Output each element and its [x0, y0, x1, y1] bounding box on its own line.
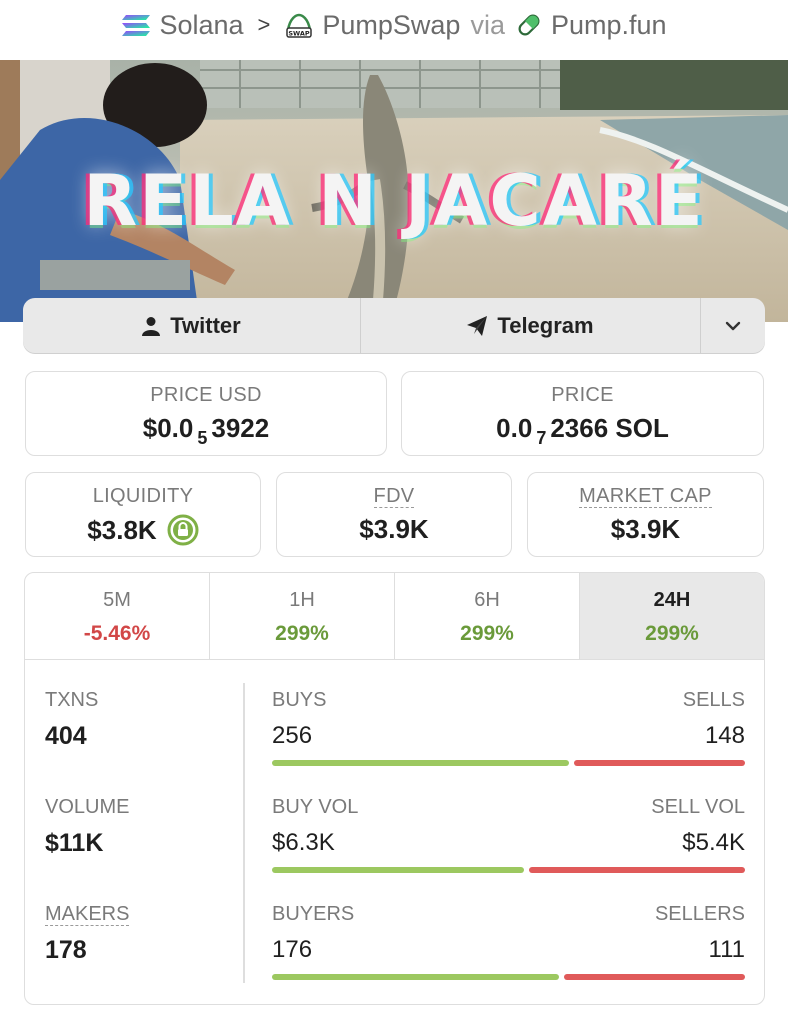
- buy-bar: [272, 974, 559, 980]
- buy-vol-value: $6.3K: [272, 829, 335, 856]
- price-native-value: 0.0 7 2366 SOL: [402, 413, 763, 448]
- sell-bar: [573, 760, 745, 766]
- solana-icon: [122, 15, 151, 36]
- tab-change: 299%: [460, 622, 514, 645]
- price-native-zero-count: 7: [536, 428, 547, 448]
- price-usd-label: PRICE USD: [150, 384, 262, 406]
- buys-label: BUYS: [272, 689, 327, 711]
- makers-breakdown: BUYERS SELLERS 176 111: [272, 903, 745, 980]
- price-usd-value: $0.0 5 3922: [26, 413, 386, 448]
- breadcrumb-launchpad[interactable]: Pump.fun: [515, 10, 667, 41]
- breadcrumb-chain-label: Solana: [159, 9, 244, 40]
- txns-summary: TXNS 404: [45, 689, 98, 751]
- stats-panel: 5M -5.46% 1H 299% 6H 299% 24H 299% TXNS …: [24, 572, 765, 1005]
- makers-label[interactable]: MAKERS: [45, 903, 130, 926]
- sellers-label: SELLERS: [654, 903, 745, 925]
- price-native-card: PRICE 0.0 7 2366 SOL: [401, 371, 764, 456]
- price-native-prefix: 0.0: [496, 413, 533, 443]
- more-links-button[interactable]: [701, 298, 765, 353]
- tab-change: 299%: [275, 622, 329, 645]
- tab-label: 24H: [653, 589, 691, 611]
- transaction-stats: TXNS 404 BUYS SELLS 256 148 VOLUME $11K: [25, 661, 764, 1004]
- volume-summary: VOLUME $11K: [45, 796, 129, 858]
- banner-title: RELA N JACARÉ: [83, 160, 705, 242]
- txns-ratio-bar: [272, 760, 745, 766]
- fdv-card: FDV $3.9K: [276, 472, 512, 557]
- buyers-label: BUYERS: [272, 903, 355, 925]
- sell-vol-value: $5.4K: [682, 829, 745, 856]
- twitter-label: Twitter: [170, 312, 241, 338]
- buys-value: 256: [272, 722, 313, 749]
- makers-summary: MAKERS 178: [45, 903, 130, 965]
- breadcrumb-dex-label: PumpSwap: [322, 9, 461, 40]
- svg-text:SWAP: SWAP: [289, 30, 311, 38]
- txns-breakdown: BUYS SELLS 256 148: [272, 689, 745, 766]
- pumpswap-icon: SWAP: [286, 13, 313, 38]
- stats-divider: [243, 683, 245, 983]
- twitter-button[interactable]: Twitter: [23, 298, 361, 353]
- chevron-down-icon: [725, 321, 741, 330]
- breadcrumb-dex[interactable]: SWAP PumpSwap: [284, 10, 460, 41]
- tab-label: 6H: [474, 589, 500, 611]
- volume-breakdown: BUY VOL SELL VOL $6.3K $5.4K: [272, 796, 745, 873]
- sell-vol-label: SELL VOL: [651, 796, 745, 818]
- makers-value: 178: [45, 936, 87, 964]
- paper-plane-icon: [467, 315, 488, 336]
- price-native-label: PRICE: [551, 384, 614, 406]
- breadcrumb: Solana > SWAP PumpSwap via Pump.fun: [0, 0, 788, 50]
- telegram-button[interactable]: Telegram: [361, 298, 701, 353]
- price-usd-card: PRICE USD $0.0 5 3922: [25, 371, 387, 456]
- market-cap-label[interactable]: MARKET CAP: [579, 485, 712, 508]
- period-tabs: 5M -5.46% 1H 299% 6H 299% 24H 299%: [25, 573, 764, 660]
- tab-1h[interactable]: 1H 299%: [210, 573, 395, 659]
- price-usd-prefix: $0.0: [142, 413, 194, 443]
- tab-label: 1H: [289, 589, 315, 611]
- volume-ratio-bar: [272, 867, 745, 873]
- sellers-value: 111: [708, 936, 745, 963]
- breadcrumb-via: via: [470, 9, 505, 40]
- tab-24h[interactable]: 24H 299%: [580, 573, 764, 659]
- price-native-suffix: 2366 SOL: [550, 413, 669, 443]
- tab-label: 5M: [103, 589, 131, 611]
- volume-label: VOLUME: [45, 796, 130, 818]
- sell-bar: [528, 867, 745, 873]
- sells-label: SELLS: [682, 689, 745, 711]
- pill-icon: [518, 14, 540, 36]
- price-usd-suffix: 3922: [211, 413, 270, 443]
- buy-vol-label: BUY VOL: [272, 796, 359, 818]
- social-links: Twitter Telegram: [23, 298, 765, 353]
- price-usd-zero-count: 5: [197, 428, 208, 448]
- makers-ratio-bar: [272, 974, 745, 980]
- sell-bar: [563, 974, 745, 980]
- telegram-label: Telegram: [497, 312, 594, 338]
- buy-bar: [272, 867, 524, 873]
- breadcrumb-launchpad-label: Pump.fun: [550, 9, 667, 40]
- fdv-value: $3.9K: [359, 514, 429, 544]
- buyers-value: 176: [272, 936, 313, 963]
- volume-value: $11K: [45, 829, 104, 857]
- liquidity-label: LIQUIDITY: [92, 485, 194, 507]
- txns-label: TXNS: [45, 689, 99, 711]
- fdv-label[interactable]: FDV: [373, 485, 415, 508]
- breadcrumb-separator: >: [257, 12, 271, 37]
- txns-value: 404: [45, 722, 87, 750]
- sells-value: 148: [704, 722, 745, 749]
- market-cap-value: $3.9K: [610, 514, 681, 544]
- buy-bar: [272, 760, 569, 766]
- liquidity-card: LIQUIDITY $3.8K: [25, 472, 261, 557]
- liquidity-value: $3.8K: [87, 514, 157, 545]
- liquidity-value-row: $3.8K: [26, 514, 260, 546]
- tab-change: 299%: [645, 622, 699, 645]
- tab-6h[interactable]: 6H 299%: [395, 573, 580, 659]
- tab-5m[interactable]: 5M -5.46%: [25, 573, 210, 659]
- token-banner: RELA N JACARÉ: [0, 60, 788, 322]
- lock-icon[interactable]: [167, 514, 199, 546]
- user-icon: [142, 316, 161, 336]
- market-cap-card: MARKET CAP $3.9K: [527, 472, 764, 557]
- breadcrumb-chain[interactable]: Solana: [121, 9, 244, 41]
- tab-change: -5.46%: [83, 622, 151, 645]
